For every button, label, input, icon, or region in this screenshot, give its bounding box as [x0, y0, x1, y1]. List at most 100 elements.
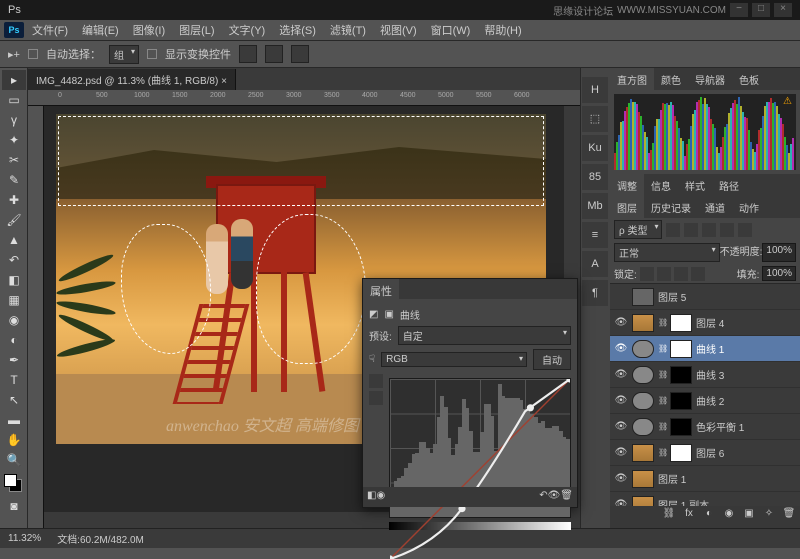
- auto-button[interactable]: 自动: [533, 349, 571, 370]
- layer-name[interactable]: 曲线 2: [696, 393, 724, 408]
- auto-select-checkbox[interactable]: [28, 49, 38, 59]
- filter-pixel-icon[interactable]: [666, 223, 680, 237]
- layer-thumb[interactable]: [670, 392, 692, 410]
- vertical-ruler[interactable]: [28, 106, 44, 528]
- layer-name[interactable]: 图层 4: [696, 315, 724, 330]
- tab-actions[interactable]: 动作: [732, 196, 766, 218]
- tab-adjustments[interactable]: 调整: [610, 174, 644, 196]
- heal-tool[interactable]: ✚: [2, 190, 26, 210]
- auto-select-dropdown[interactable]: 组: [109, 45, 139, 64]
- layer-thumb[interactable]: [632, 366, 654, 384]
- lock-position-icon[interactable]: [674, 267, 688, 281]
- move-tool[interactable]: ▸: [2, 70, 26, 90]
- maximize-button[interactable]: □: [752, 3, 770, 17]
- layer-thumb[interactable]: [632, 314, 654, 332]
- lock-all-icon[interactable]: [691, 267, 705, 281]
- layer-thumb[interactable]: [670, 314, 692, 332]
- layer-name[interactable]: 图层 6: [696, 445, 724, 460]
- finger-icon[interactable]: ☟: [369, 354, 375, 365]
- layer-row[interactable]: 👁图层 1: [610, 466, 800, 492]
- layer-name[interactable]: 图层 1 副本: [658, 497, 709, 506]
- align-icon-1[interactable]: [239, 45, 257, 63]
- tab-info[interactable]: 信息: [644, 174, 678, 196]
- layer-name[interactable]: 曲线 1: [696, 341, 724, 356]
- mask-mode-icon[interactable]: ▣: [384, 309, 393, 320]
- tab-history[interactable]: 历史记录: [644, 196, 698, 218]
- visibility-icon[interactable]: 👁: [614, 343, 628, 354]
- filter-adj-icon[interactable]: [684, 223, 698, 237]
- layer-row[interactable]: 👁 图层 1 副本: [610, 492, 800, 506]
- document-tab[interactable]: IMG_4482.psd @ 11.3% (曲线 1, RGB/8) ×: [28, 69, 236, 90]
- adjustment-icon[interactable]: ◉: [720, 508, 738, 524]
- tab-histogram[interactable]: 直方图: [610, 68, 654, 90]
- eyedropper-tool[interactable]: ✎: [2, 170, 26, 190]
- layer-filter-dropdown[interactable]: ρ 类型: [614, 220, 662, 239]
- doc-size-readout[interactable]: 文档:60.2M/482.0M: [57, 531, 144, 546]
- curve-point-tool[interactable]: [369, 374, 383, 388]
- pen-tool[interactable]: ✒: [2, 350, 26, 370]
- view-prev-icon[interactable]: ◉: [376, 490, 385, 501]
- delete-adj-icon[interactable]: 🗑: [560, 490, 573, 501]
- coll-icon-para[interactable]: ¶: [582, 280, 608, 306]
- menu-help[interactable]: 帮助(H): [478, 20, 527, 40]
- minimize-button[interactable]: −: [730, 3, 748, 17]
- path-tool[interactable]: ↖: [2, 390, 26, 410]
- visibility-icon[interactable]: 👁: [614, 421, 628, 432]
- wand-tool[interactable]: ✦: [2, 130, 26, 150]
- zoom-tool[interactable]: 🔍: [2, 450, 26, 470]
- marquee-tool[interactable]: ▭: [2, 90, 26, 110]
- lock-pixels-icon[interactable]: [657, 267, 671, 281]
- horizontal-ruler[interactable]: 0500100015002000250030003500400045005000…: [28, 90, 580, 106]
- reset-icon[interactable]: ↶: [539, 490, 547, 501]
- group-icon[interactable]: ▣: [740, 508, 758, 524]
- histogram-warning-icon[interactable]: ⚠: [783, 96, 792, 107]
- layer-thumb[interactable]: [632, 470, 654, 488]
- visibility-icon[interactable]: 👁: [614, 473, 628, 484]
- menu-window[interactable]: 窗口(W): [425, 20, 477, 40]
- eraser-tool[interactable]: ◧: [2, 270, 26, 290]
- show-transform-checkbox[interactable]: [147, 49, 157, 59]
- link-layers-icon[interactable]: ⛓: [660, 508, 678, 524]
- fill-field[interactable]: 100%: [762, 266, 796, 281]
- menu-select[interactable]: 选择(S): [273, 20, 322, 40]
- visibility-icon[interactable]: 👁: [614, 499, 628, 506]
- stamp-tool[interactable]: ▲: [2, 230, 26, 250]
- layer-thumb[interactable]: [632, 418, 654, 436]
- align-icon-2[interactable]: [265, 45, 283, 63]
- tab-swatches[interactable]: 色板: [732, 68, 766, 90]
- ps-logo[interactable]: Ps: [4, 22, 24, 38]
- tab-layers[interactable]: 图层: [610, 196, 644, 218]
- shape-tool[interactable]: ▬: [2, 410, 26, 430]
- fx-icon[interactable]: fx: [680, 508, 698, 524]
- layer-thumb[interactable]: [670, 418, 692, 436]
- layer-row[interactable]: 图层 5: [610, 284, 800, 310]
- visibility-icon[interactable]: 👁: [614, 317, 628, 328]
- visibility-icon[interactable]: 👁: [614, 395, 628, 406]
- menu-view[interactable]: 视图(V): [374, 20, 423, 40]
- gradient-tool[interactable]: ▦: [2, 290, 26, 310]
- filter-type-icon[interactable]: [702, 223, 716, 237]
- layer-row[interactable]: 👁⛓图层 6: [610, 440, 800, 466]
- coll-icon-kuler[interactable]: Ku: [582, 135, 608, 161]
- layer-thumb[interactable]: [670, 444, 692, 462]
- filter-shape-icon[interactable]: [720, 223, 734, 237]
- zoom-readout[interactable]: 11.32%: [8, 533, 41, 544]
- mask-icon[interactable]: ◐: [700, 508, 718, 524]
- new-layer-icon[interactable]: ✧: [760, 508, 778, 524]
- menu-layer[interactable]: 图层(L): [173, 20, 220, 40]
- layer-name[interactable]: 色彩平衡 1: [696, 419, 744, 434]
- quickmask-tool[interactable]: ◙: [2, 496, 26, 516]
- layer-thumb[interactable]: [632, 288, 654, 306]
- blur-tool[interactable]: ◉: [2, 310, 26, 330]
- coll-icon-char[interactable]: ≡: [582, 222, 608, 248]
- layer-thumb[interactable]: [670, 366, 692, 384]
- blend-mode-dropdown[interactable]: 正常: [614, 243, 720, 262]
- coll-icon-measure[interactable]: 85: [582, 164, 608, 190]
- menu-edit[interactable]: 编辑(E): [76, 20, 125, 40]
- properties-panel[interactable]: 属性 ◩▣曲线 预设:自定 ☟ RGB 自动: [362, 278, 578, 508]
- coll-icon-actions[interactable]: ⬚: [582, 106, 608, 132]
- lasso-tool[interactable]: γ: [2, 110, 26, 130]
- layer-name[interactable]: 曲线 3: [696, 367, 724, 382]
- visibility-icon[interactable]: 👁: [614, 369, 628, 380]
- layer-thumb[interactable]: [632, 392, 654, 410]
